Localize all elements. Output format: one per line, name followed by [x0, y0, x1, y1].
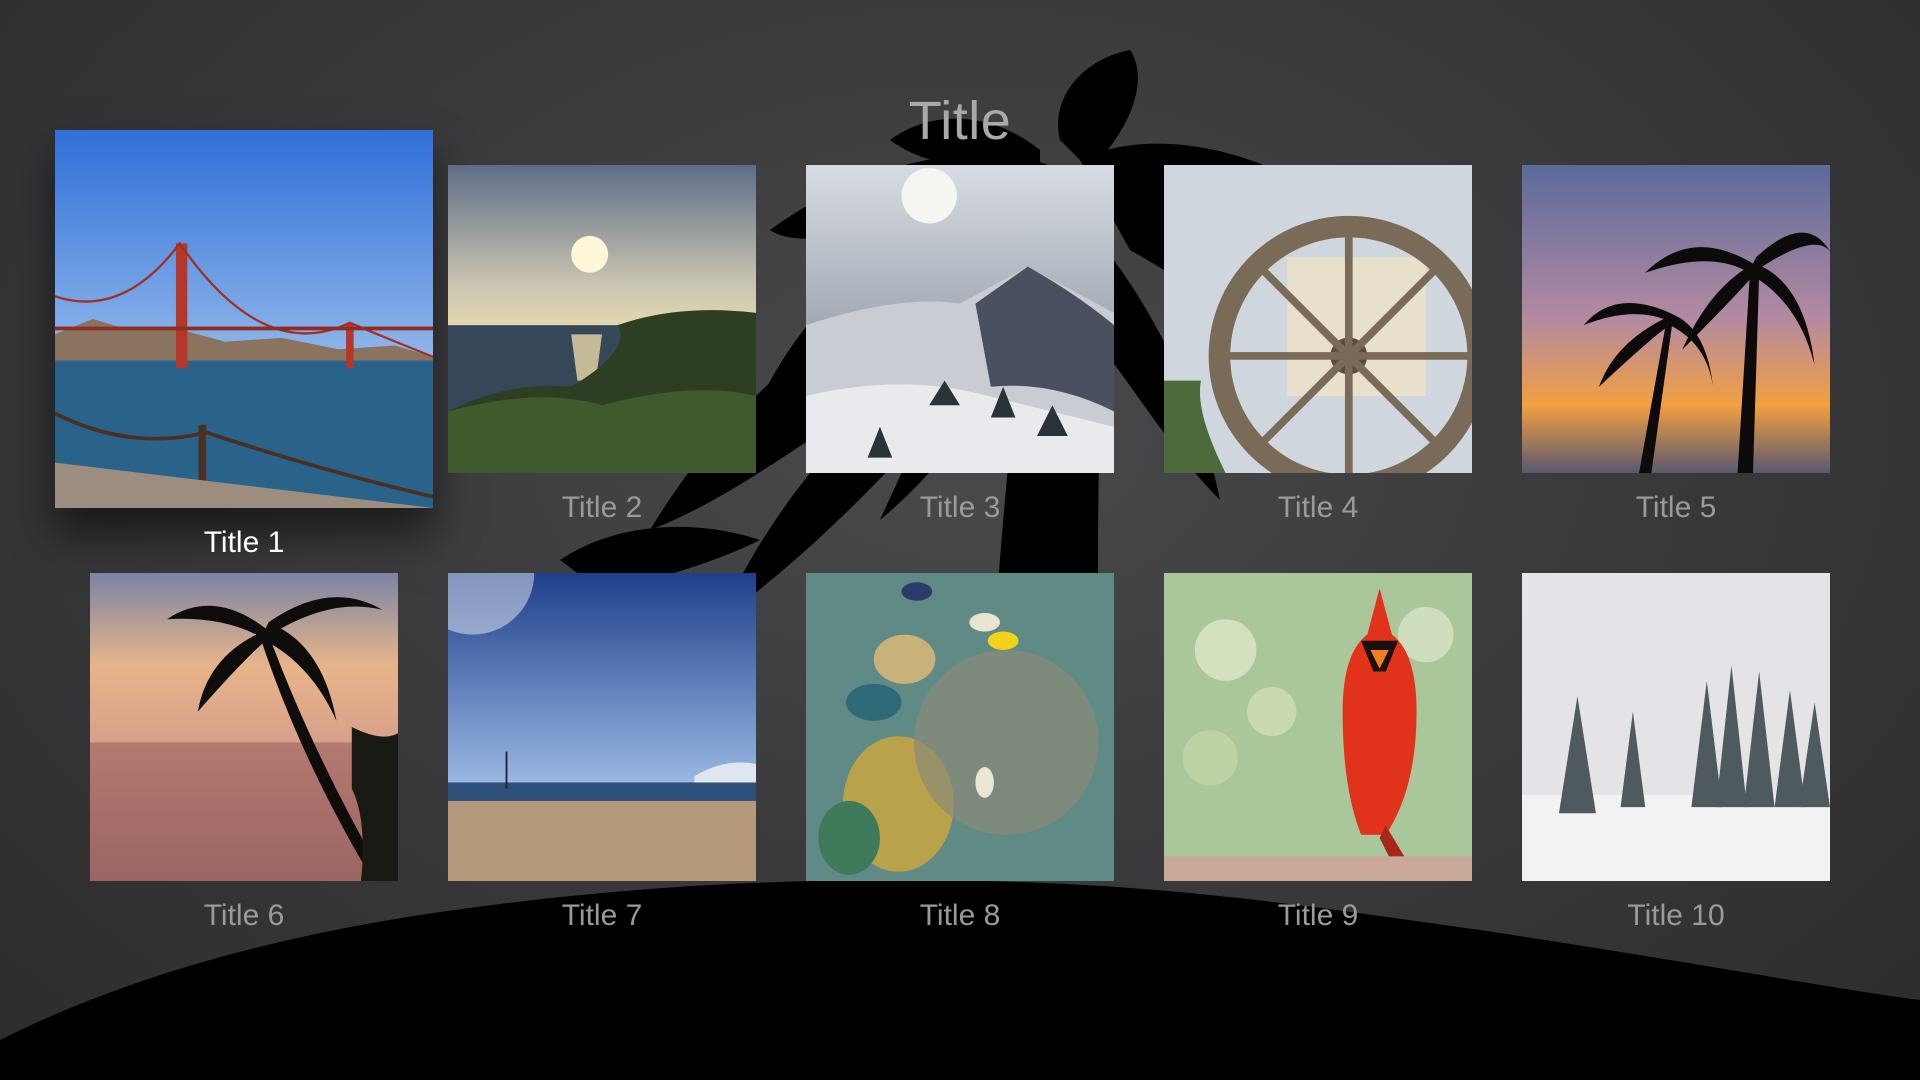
tile-label: Title 5 — [1635, 491, 1717, 524]
thumbnail-beach-sailboat — [448, 573, 756, 881]
tile-label: Title 6 — [203, 899, 285, 932]
tile-label: Title 9 — [1277, 899, 1359, 932]
thumbnail-snowy-mountain — [806, 165, 1114, 473]
thumbnail-red-cardinal — [1164, 573, 1472, 881]
tile-label: Title 3 — [919, 491, 1001, 524]
tile-label: Title 8 — [919, 899, 1001, 932]
tile-label: Title 7 — [561, 899, 643, 932]
tile-label: Title 4 — [1277, 491, 1359, 524]
thumbnail-palm-trees-sunset — [1522, 165, 1830, 473]
thumbnail-golden-gate-bridge — [55, 130, 433, 508]
tile-label: Title 10 — [1627, 899, 1725, 932]
tvos-screen: Title Title 1 Title 2 Title 3 Title 4 Ti… — [0, 0, 1920, 1080]
tile-label: Title 1 — [203, 526, 285, 559]
thumbnail-sunset-over-ocean-cliffs — [448, 165, 756, 473]
tile-label: Title 2 — [561, 491, 643, 524]
thumbnail-coral-reef-fish — [806, 573, 1114, 881]
thumbnail-snowy-forest — [1522, 573, 1830, 881]
thumbnail-water-wheel — [1164, 165, 1472, 473]
thumbnail-palm-tree-beach-sunset — [90, 573, 398, 881]
